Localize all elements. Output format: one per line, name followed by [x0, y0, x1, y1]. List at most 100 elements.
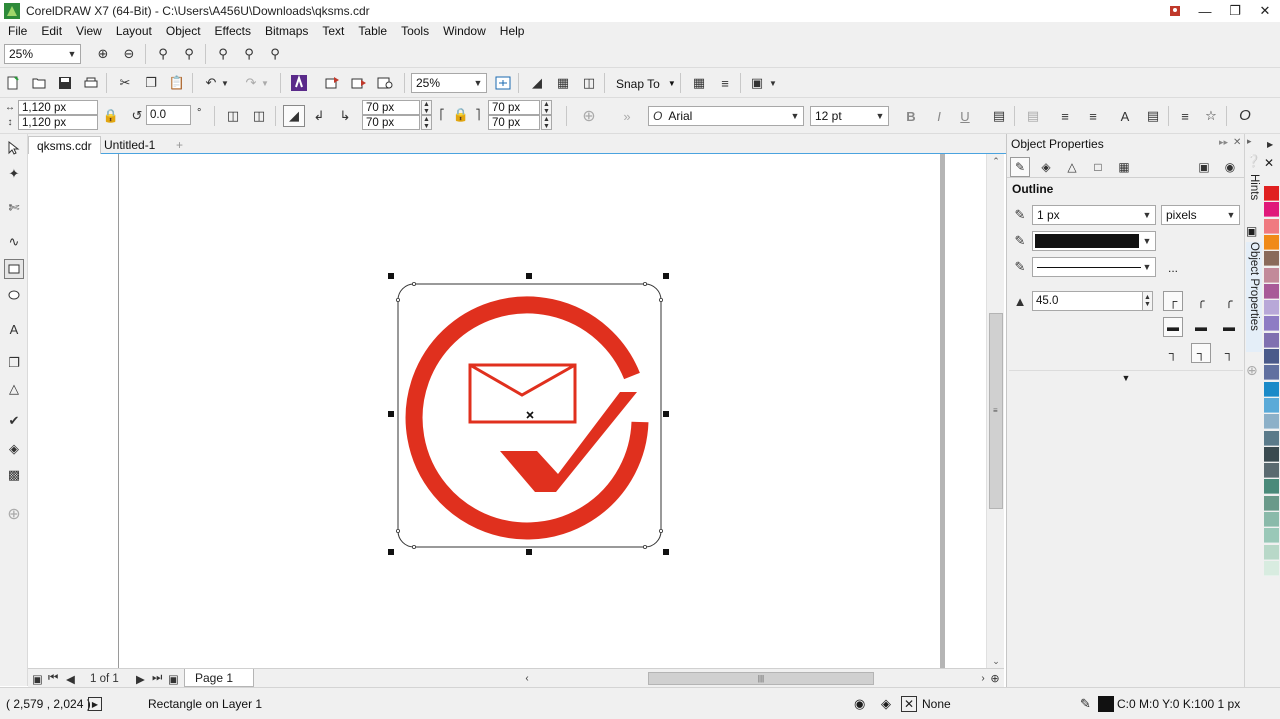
expand-section-icon[interactable]: ▼ [1009, 370, 1243, 384]
scroll-down-icon[interactable]: ⌄ [987, 654, 1005, 668]
options-icon[interactable]: ▦ [690, 74, 708, 92]
corner-radius-bottom-right-field[interactable]: 70 px [488, 115, 540, 130]
menu-table[interactable]: Table [350, 24, 393, 38]
drawing-canvas[interactable] [28, 154, 986, 668]
application-launcher-icon[interactable]: ≡ [716, 74, 734, 92]
next-page-icon[interactable]: ▶ [136, 671, 145, 686]
zoom-level-combo[interactable]: 25% ▼ [411, 73, 487, 93]
no-fill-icon[interactable]: ✕ [901, 696, 917, 712]
round-join-icon[interactable]: ╭ [1191, 291, 1211, 311]
scroll-left-icon[interactable]: ‹ [520, 671, 534, 686]
corners-tab-icon[interactable]: □ [1088, 157, 1108, 177]
docker-options-icon[interactable]: ◉ [1220, 157, 1240, 177]
bevel-join-icon[interactable]: ╭ [1219, 291, 1239, 311]
palette-scroll-up-icon[interactable]: ▶ [1267, 140, 1273, 149]
pick-tool-icon[interactable] [4, 138, 24, 158]
font-list-select[interactable]: O Arial ▼ [648, 106, 804, 126]
palette-swatch[interactable] [1264, 283, 1279, 299]
restore-button[interactable]: ❐ [1220, 0, 1250, 22]
zoom-to-page-height-icon[interactable]: ⚲ [266, 45, 284, 63]
launcher-dropdown-icon[interactable]: ▣ [748, 74, 766, 92]
shape-tool-icon[interactable]: ✦ [4, 164, 24, 184]
first-page-icon[interactable]: ⏮ [48, 671, 58, 686]
palette-swatch[interactable] [1264, 218, 1279, 234]
inside-position-icon[interactable]: ┐ [1219, 343, 1239, 363]
palette-swatch[interactable] [1264, 544, 1279, 560]
palette-swatch[interactable] [1264, 446, 1279, 462]
export-icon[interactable] [350, 74, 368, 92]
menu-view[interactable]: View [68, 24, 108, 38]
snap-to-button[interactable]: Snap To ▼ [616, 76, 676, 91]
outline-style-select[interactable]: ▼ [1032, 257, 1156, 277]
chamfered-corner-icon[interactable]: ↳ [336, 107, 354, 125]
rotation-angle-field[interactable]: 0.0 [146, 105, 191, 125]
copy-icon[interactable]: ❐ [142, 74, 160, 92]
round-corner-icon[interactable]: ◢ [283, 105, 305, 127]
center-position-icon[interactable]: ┐ [1191, 343, 1211, 363]
outline-color-select[interactable]: ▼ [1032, 231, 1156, 251]
bold-icon[interactable]: B [902, 107, 920, 125]
palette-swatch[interactable] [1264, 528, 1279, 544]
palette-swatch[interactable] [1264, 430, 1279, 446]
palette-swatch[interactable] [1264, 495, 1279, 511]
add-tool-icon[interactable]: ⊕ [4, 504, 24, 524]
print-icon[interactable] [82, 74, 100, 92]
interactive-fill-icon[interactable]: ◈ [4, 439, 24, 459]
outline-width-select[interactable]: 1 px ▼ [1032, 205, 1156, 225]
show-rulers-icon[interactable]: ◢ [528, 74, 546, 92]
font-size-select[interactable]: 12 pt ▼ [810, 106, 889, 126]
search-content-icon[interactable] [290, 74, 308, 92]
palette-swatch[interactable] [1264, 414, 1279, 430]
add-document-tab-icon[interactable]: + [168, 136, 191, 154]
color-proof-icon[interactable]: ◉ [854, 696, 865, 712]
tab-hints[interactable]: Hints [1246, 174, 1262, 204]
miter-limit-spinner[interactable]: ▲ ▼ [1142, 291, 1153, 311]
paste-icon[interactable]: 📋 [168, 74, 186, 92]
palette-swatch[interactable] [1264, 365, 1279, 381]
tab-object-properties[interactable]: Object Properties [1246, 242, 1262, 352]
show-grid-icon[interactable]: ▦ [554, 74, 572, 92]
user-account-icon[interactable] [1160, 0, 1190, 22]
drop-cap-icon[interactable]: ≡ [1084, 107, 1102, 125]
close-button[interactable]: ✕ [1250, 0, 1280, 22]
drop-shadow-tool-icon[interactable]: ❐ [4, 353, 24, 373]
zoom-to-page-icon[interactable]: ⚲ [214, 45, 232, 63]
full-screen-preview-icon[interactable] [494, 74, 512, 92]
miter-join-icon[interactable]: ┌ [1163, 291, 1183, 311]
opentype-icon[interactable]: O [1236, 106, 1254, 124]
outline-style-more-button[interactable]: ... [1168, 261, 1178, 275]
object-width-field[interactable]: 1,120 px [18, 100, 98, 115]
undo-icon[interactable]: ↶ [202, 74, 220, 92]
crop-tool-icon[interactable]: ✄ [4, 198, 24, 218]
docker-close-icon[interactable]: ✕ [1233, 137, 1241, 148]
palette-swatch[interactable] [1264, 251, 1279, 267]
menu-file[interactable]: File [0, 24, 33, 38]
corner-radius-top-right-field[interactable]: 70 px [488, 100, 540, 115]
minimize-button[interactable]: — [1190, 0, 1220, 22]
corner-radius-bottom-left-spinner[interactable]: ▲ ▼ [421, 115, 432, 130]
palette-swatch[interactable] [1264, 349, 1279, 364]
menu-window[interactable]: Window [435, 24, 492, 38]
square-cap-icon[interactable]: ▬ [1219, 317, 1239, 337]
page-options-icon[interactable]: ▣ [32, 671, 43, 686]
palette-swatch[interactable] [1264, 300, 1279, 316]
corner-radius-top-left-spinner[interactable]: ▲ ▼ [421, 100, 432, 115]
lock-ratio-icon[interactable]: 🔒 [102, 107, 120, 125]
tab-untitled-1[interactable]: Untitled-1 [96, 136, 163, 154]
miter-limit-field[interactable]: 45.0 [1032, 291, 1143, 311]
palette-swatch[interactable] [1264, 316, 1279, 332]
last-page-icon[interactable]: ⏭ [152, 671, 162, 686]
undo-dropdown-icon[interactable]: ▼ [220, 74, 230, 92]
open-folder-icon[interactable] [30, 74, 48, 92]
palette-swatch[interactable] [1264, 186, 1279, 201]
zoom-to-selected-icon[interactable]: ⚲ [154, 45, 172, 63]
color-eyedropper-icon[interactable]: ✔ [4, 411, 24, 431]
zoom-to-all-objects-icon[interactable]: ⚲ [180, 45, 198, 63]
fill-tab-icon[interactable]: ◈ [1036, 157, 1056, 177]
save-icon[interactable] [56, 74, 74, 92]
corner-radius-top-left-field[interactable]: 70 px [362, 100, 420, 115]
outside-position-icon[interactable]: ┐ [1163, 343, 1183, 363]
transparency-tool-icon[interactable]: △ [4, 379, 24, 399]
corner-radius-bottom-right-spinner[interactable]: ▲ ▼ [541, 115, 552, 130]
outline-color-swatch[interactable] [1098, 696, 1114, 712]
